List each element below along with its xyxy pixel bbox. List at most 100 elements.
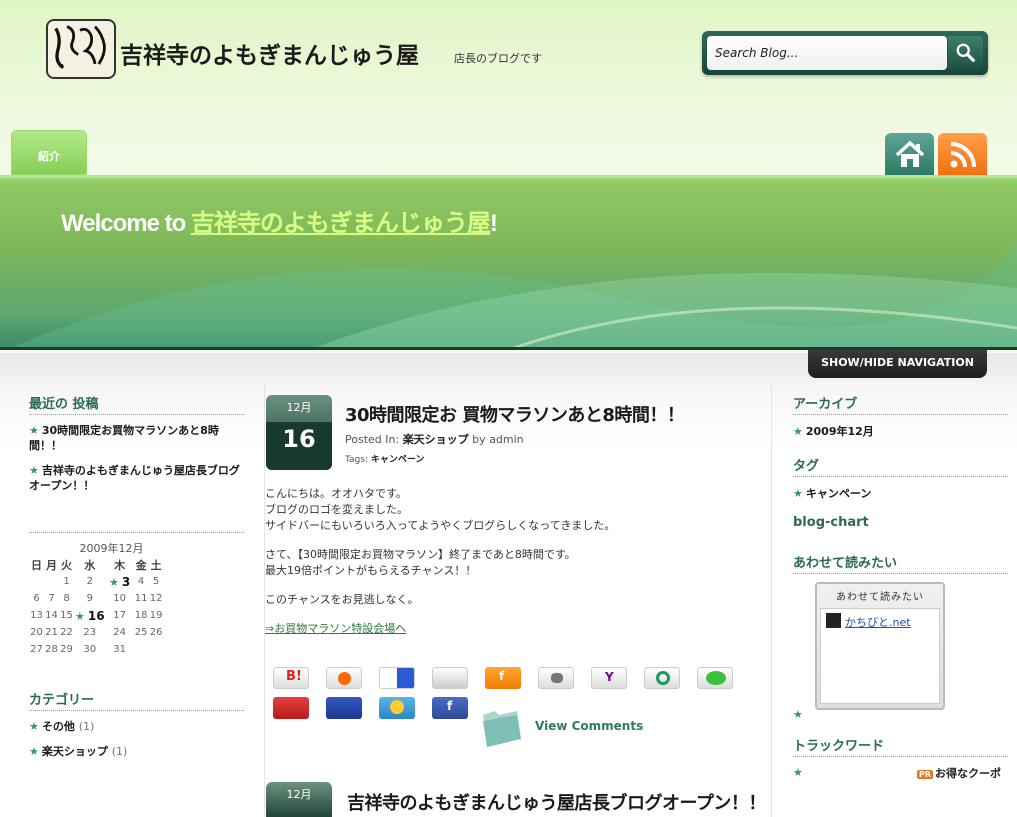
post-body-line: こんにちは。オオハタです。 xyxy=(265,487,407,500)
recent-post-label: 30時間限定お買物マラソンあと8時間！！ xyxy=(29,424,219,452)
category-label: その他 xyxy=(41,720,75,733)
welcome-suffix: ! xyxy=(489,210,498,237)
pr-badge: PR xyxy=(917,770,934,779)
post-category-link[interactable]: 楽天ショップ xyxy=(403,433,469,446)
calendar-day: 12 xyxy=(149,593,163,604)
calendar-day-link[interactable]: ★ 3 xyxy=(106,573,134,590)
calendar-day: 18 xyxy=(134,610,148,621)
weekday-header: 月 xyxy=(46,559,57,572)
pookmark-icon[interactable] xyxy=(273,697,309,719)
category-link[interactable]: ★ 楽天ショップ (1) xyxy=(29,744,244,759)
welcome-link[interactable]: 吉祥寺のよもぎまんじゅう屋 xyxy=(191,210,491,237)
category-label: 楽天ショップ xyxy=(41,745,108,758)
calendar-day-link[interactable]: ★ 16 xyxy=(74,607,106,624)
post-date-badge: 12月 16 xyxy=(266,395,332,470)
calendar-day: 29 xyxy=(60,644,73,655)
blog-chart-title[interactable]: blog-chart xyxy=(793,515,1008,532)
search-button[interactable] xyxy=(948,36,983,70)
calendar-day: 23 xyxy=(83,627,97,638)
view-comments-link[interactable]: View Comments xyxy=(479,705,643,752)
trackword-row: ★ PR お得なクーポ xyxy=(793,765,1008,785)
buzzurl-icon[interactable] xyxy=(432,667,468,689)
newsing-icon[interactable] xyxy=(538,667,574,689)
yahoo-icon[interactable]: Y xyxy=(591,667,627,689)
mixi-icon[interactable] xyxy=(697,667,733,689)
post-tags: Tags: キャンペーン xyxy=(345,452,424,465)
search-input[interactable] xyxy=(707,36,947,70)
main-column: 12月 16 30時間限定お 買物マラソンあと8時間！！ Posted In: … xyxy=(264,383,772,817)
post-meta: Posted In: 楽天ショップ by admin xyxy=(345,431,524,447)
awasete-link[interactable]: かちびと.net xyxy=(845,614,911,630)
rss-button[interactable] xyxy=(938,133,987,175)
delicious-icon[interactable] xyxy=(379,667,415,689)
weekday-header: 木 xyxy=(114,559,126,572)
calendar-day: 25 xyxy=(134,627,148,638)
awasete-title: あわせて読みたい xyxy=(793,552,1008,574)
calendar-caption: 2009年12月 xyxy=(79,542,144,555)
welcome-prefix: Welcome to xyxy=(61,210,191,237)
choix-icon[interactable] xyxy=(644,667,680,689)
welcome-heading: Welcome to 吉祥寺のよもぎまんじゅう屋! xyxy=(61,203,498,238)
star-icon: ★ xyxy=(29,745,39,758)
post-body: こんにちは。オオハタです。 ブログのロゴを変えました。 サイドバーにもいろいろ入って… xyxy=(265,486,765,650)
star-icon: ★ xyxy=(793,487,803,500)
header: 吉祥寺のよもぎまんじゅう屋 店長のブログです 紹介 xyxy=(0,0,1017,175)
tag-label: キャンペーン xyxy=(805,487,872,500)
calendar-day: 20 xyxy=(30,627,43,638)
calendar-day: 2 xyxy=(86,576,93,587)
fc2-icon[interactable]: f xyxy=(485,667,521,689)
calendar-day xyxy=(29,573,44,590)
calendar-day: 14 xyxy=(45,610,58,621)
toggle-navigation-button[interactable]: SHOW/HIDE NAVIGATION xyxy=(808,350,987,378)
site-tagline: 店長のブログです xyxy=(454,52,542,65)
recent-post-label: 吉祥寺のよもぎまんじゅう屋店長ブログオープン！！ xyxy=(29,464,240,492)
weekday-header: 土 xyxy=(150,559,162,572)
livedoor-icon[interactable] xyxy=(326,667,362,689)
calendar-widget: 2009年12月 日 月 火 水 木 金 土 1 2 ★ 3 4 5 6 7 8… xyxy=(29,532,244,658)
post-author[interactable]: admin xyxy=(489,433,523,446)
welcome-banner: Welcome to 吉祥寺のよもぎまんじゅう屋! xyxy=(0,175,1017,350)
post-body-line: このチャンスをお見逃しなく。 xyxy=(265,593,419,606)
calendar-day xyxy=(134,641,149,658)
post-title[interactable]: 30時間限定お 買物マラソンあと8時間！！ xyxy=(345,401,685,427)
recent-post-link[interactable]: ★ 吉祥寺のよもぎまんじゅう屋店長ブログオープン！！ xyxy=(29,463,244,493)
home-button[interactable] xyxy=(885,133,934,175)
calendar-day: 22 xyxy=(60,627,73,638)
tag-link[interactable]: ★ キャンペーン xyxy=(793,485,1008,501)
post-date-badge: 12月 xyxy=(266,782,332,817)
calendar-day: 21 xyxy=(45,627,58,638)
marathon-link[interactable]: ⇒お買物マラソン特設会場へ xyxy=(265,622,406,635)
calendar-day: 30 xyxy=(83,644,97,655)
hatena-icon[interactable]: B! xyxy=(273,667,309,689)
post-tag-link[interactable]: キャンペーン xyxy=(371,455,425,465)
star-icon: ★ xyxy=(29,424,39,437)
archive-label: 2009年12月 xyxy=(805,425,874,438)
awasete-list: かちびと.net xyxy=(820,608,940,704)
avatar xyxy=(826,613,841,628)
right-sidebar: アーカイブ ★ 2009年12月 タグ ★ キャンペーン blog-chart あわ… xyxy=(793,393,1008,785)
recent-post-link[interactable]: ★ 30時間限定お買物マラソンあと8時間！！ xyxy=(29,423,244,453)
rss-icon xyxy=(950,142,976,168)
trackword-title: トラックワード xyxy=(793,735,1008,757)
tags-title: タグ xyxy=(793,455,1008,477)
category-link[interactable]: ★ その他 (1) xyxy=(29,719,244,734)
facebook-icon[interactable]: f xyxy=(432,697,468,719)
by-label: by xyxy=(468,433,490,446)
post-date-month: 12月 xyxy=(286,788,312,801)
post-title[interactable]: 吉祥寺のよもぎまんじゅう屋店長ブログオープン！！ xyxy=(347,789,771,815)
weekday-header: 金 xyxy=(135,559,147,572)
calendar-day xyxy=(149,641,164,658)
awasete-widget[interactable]: あわせて読みたい かちびと.net xyxy=(815,582,945,710)
topy-icon[interactable] xyxy=(379,697,415,719)
site-logo[interactable] xyxy=(46,19,116,79)
weekday-header: 日 xyxy=(31,559,42,572)
calendar-day: 31 xyxy=(113,644,126,655)
star-icon: ★ xyxy=(108,575,119,589)
calendar-day-label: 3 xyxy=(121,574,131,589)
calendar-day: 4 xyxy=(137,576,145,587)
pr-link[interactable]: PR お得なクーポ xyxy=(917,765,1001,781)
nifty-icon[interactable] xyxy=(326,697,362,719)
site-title[interactable]: 吉祥寺のよもぎまんじゅう屋 xyxy=(120,36,419,70)
archive-link[interactable]: ★ 2009年12月 xyxy=(793,423,1008,439)
tab-intro[interactable]: 紹介 xyxy=(11,130,87,175)
